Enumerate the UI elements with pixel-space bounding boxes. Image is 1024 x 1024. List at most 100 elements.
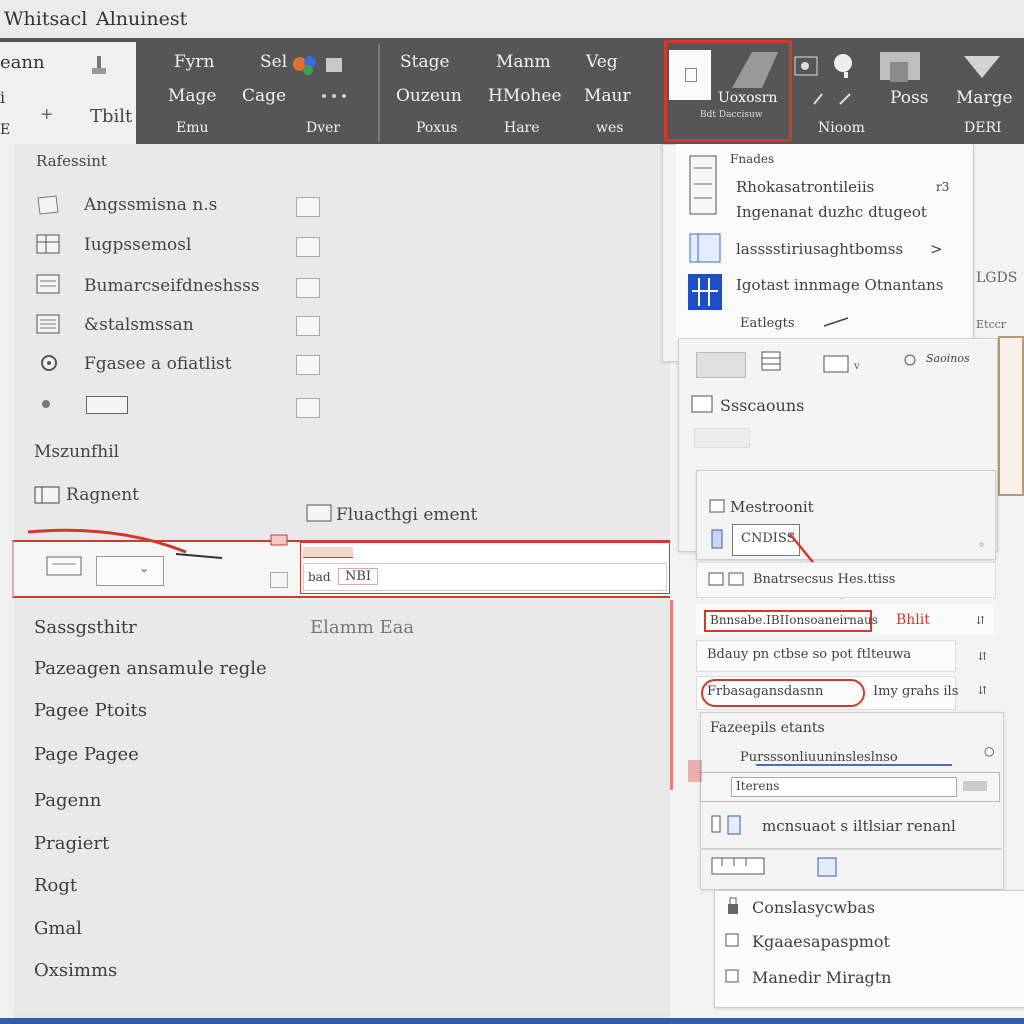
row-label-5: Fazeepils etants — [710, 720, 825, 736]
checkbox-icon[interactable] — [724, 932, 742, 950]
list-item[interactable]: Rogt — [34, 875, 77, 896]
tool-button-1[interactable] — [696, 352, 746, 378]
bottom-item-1[interactable]: Conslasycwbas — [752, 898, 875, 917]
ribbon-item-stage[interactable]: Stage — [400, 52, 450, 72]
small-arrows-icon[interactable] — [810, 88, 860, 108]
list-item[interactable]: Pazeagen ansamule regle — [34, 658, 267, 679]
flyout-1-line-4[interactable]: Igotast innmage Otnantans — [736, 276, 943, 294]
flyout-1-line-2[interactable]: Ingenanat duzhc dtugeot — [736, 203, 927, 221]
option-checkbox-6[interactable] — [296, 398, 320, 418]
highlight-group-sublabel: Bdt Daccisuw — [700, 110, 763, 120]
ribbon-item-maur[interactable]: Maur — [584, 86, 631, 106]
row-label-2-right: Bhlit — [896, 612, 930, 628]
search-icon[interactable] — [830, 50, 860, 80]
page-layout-icon[interactable] — [688, 154, 720, 218]
row-card-2[interactable]: Bnnsabe.IBIIonsoaneirnaus Bhlit ⇵ — [696, 604, 994, 634]
expand-icon[interactable]: ◦ — [978, 538, 985, 552]
small-red-icon — [270, 534, 288, 546]
ribbon-item-cage[interactable]: Cage — [242, 86, 286, 106]
blue-layout-icon[interactable] — [688, 232, 724, 266]
ribbon-item-sel[interactable]: Sel — [260, 52, 287, 72]
columns-icon[interactable] — [688, 274, 722, 310]
search-input[interactable]: Iterens — [731, 777, 957, 797]
subgroup-label: Mestroonit — [730, 498, 814, 516]
ribbon-item-hmohee[interactable]: HMohee — [488, 86, 562, 106]
small-checkbox[interactable] — [270, 572, 288, 588]
highlighted-field[interactable]: Bnnsabe.IBIIonsoaneirnaus — [704, 610, 878, 632]
section2-item[interactable]: Ragnent — [66, 485, 139, 505]
layout-shape-icon[interactable] — [722, 48, 782, 92]
list-item[interactable]: Pragiert — [34, 833, 109, 854]
setting-input[interactable]: bad NBI — [303, 563, 667, 591]
section-icon — [691, 395, 713, 413]
ruler-icon[interactable] — [710, 856, 768, 878]
ribbon-item-marge[interactable]: Marge — [956, 88, 1013, 108]
option-checkbox-2[interactable] — [296, 237, 320, 257]
ribbon-left-label-3: E — [0, 122, 11, 138]
disabled-button[interactable] — [694, 428, 750, 448]
bottom-item-3[interactable]: Manedir Miragtn — [752, 968, 891, 987]
setting-input-wrapper: bad NBI — [300, 542, 670, 594]
ribbon-item-veg[interactable]: Veg — [586, 52, 618, 72]
ribbon-group-emu: Emu — [176, 120, 209, 136]
group-icon — [709, 499, 725, 513]
row-card-3[interactable]: Bdauy pn ctbse so pot ftlteuwa — [696, 640, 956, 672]
table-dropdown-icon[interactable]: v — [822, 354, 874, 376]
tools-icon[interactable] — [902, 352, 926, 374]
option-checkbox-5[interactable] — [296, 355, 320, 375]
section-header-options: Rafessint — [36, 152, 107, 170]
list-header-right: Elamm Eaa — [310, 617, 415, 638]
grid-icon[interactable] — [760, 350, 784, 374]
doc-pair-icon — [711, 815, 741, 835]
arrangement-label: Fluacthgi ement — [336, 505, 478, 525]
ribbon-active-tab[interactable]: + Tbilt — [40, 42, 136, 144]
flyout-1-line-1[interactable]: Rhokasatrontileiis — [736, 178, 874, 196]
ribbon-item-poss[interactable]: Poss — [890, 88, 928, 108]
flyout-1-line-5[interactable]: Eatlegts — [740, 316, 795, 331]
option-checkbox-4[interactable] — [296, 316, 320, 336]
section-header-2: Mszunfhil — [34, 442, 120, 462]
sort-icon[interactable]: ⇵ — [976, 614, 985, 627]
list-item[interactable]: Page Pagee — [34, 744, 139, 765]
merge-icon[interactable] — [960, 52, 1004, 82]
sort-icon[interactable]: ⇵ — [978, 684, 987, 697]
blue-grid-icon[interactable] — [816, 856, 840, 878]
option-checkbox-3[interactable] — [296, 278, 320, 298]
red-accent-blob — [688, 760, 702, 782]
option-checkbox-1[interactable] — [296, 197, 320, 217]
window-subtitle: Alnuinest — [96, 8, 188, 30]
picture-icon[interactable] — [794, 56, 820, 78]
list-header: Sassgsthitr — [34, 617, 137, 638]
blank-page-button[interactable] — [669, 50, 711, 100]
list-item[interactable]: Pagee Ptoits — [34, 700, 147, 721]
row-label-7[interactable]: mcnsuaot s iltlsiar renanl — [762, 817, 956, 835]
checkbox-icon[interactable] — [724, 968, 742, 986]
shapes-icon[interactable] — [876, 48, 926, 88]
color-palette-icon[interactable] — [290, 52, 350, 78]
dots-icon[interactable] — [318, 86, 352, 106]
active-tab-mark: + — [40, 104, 54, 123]
list-item[interactable]: Pagenn — [34, 790, 101, 811]
row-card-1[interactable]: Bnatrsecsus Hes.ttiss — [696, 562, 996, 598]
list-item[interactable]: Gmal — [34, 918, 82, 939]
row-card-4[interactable]: Frbasagansdasnn Imy grahs ils — [696, 676, 958, 710]
gear-icon — [41, 355, 57, 371]
setting-dropdown[interactable]: ⌄ — [96, 556, 164, 586]
highlight-group-label[interactable]: Uoxosrn — [718, 90, 777, 106]
bottom-item-2[interactable]: Kgaaesapaspmot — [752, 932, 890, 951]
row-label-1: Bnatrsecsus Hes.ttiss — [753, 572, 896, 587]
ribbon-group-poxus: Poxus — [416, 120, 458, 136]
ribbon-item-ouzeun[interactable]: Ouzeun — [396, 86, 462, 106]
sort-icon[interactable]: ⇵ — [978, 650, 987, 663]
option-label-5: Fgasee a ofiatlist — [84, 354, 232, 374]
ribbon-item-manm[interactable]: Manm — [496, 52, 551, 72]
ribbon-item-mage[interactable]: Mage — [168, 86, 217, 106]
arrangement-icon — [34, 486, 60, 504]
circle-toggle-icon[interactable]: ○ — [984, 744, 994, 758]
box-icon — [42, 400, 50, 408]
ribbon-item-fyrn[interactable]: Fyrn — [174, 52, 214, 72]
list-item[interactable]: Oxsimms — [34, 960, 117, 981]
search-button[interactable] — [963, 781, 987, 791]
flyout-1-line-3[interactable]: lasssstiriusaghtbomss — [736, 240, 903, 258]
taskbar-edge — [0, 1018, 1024, 1024]
